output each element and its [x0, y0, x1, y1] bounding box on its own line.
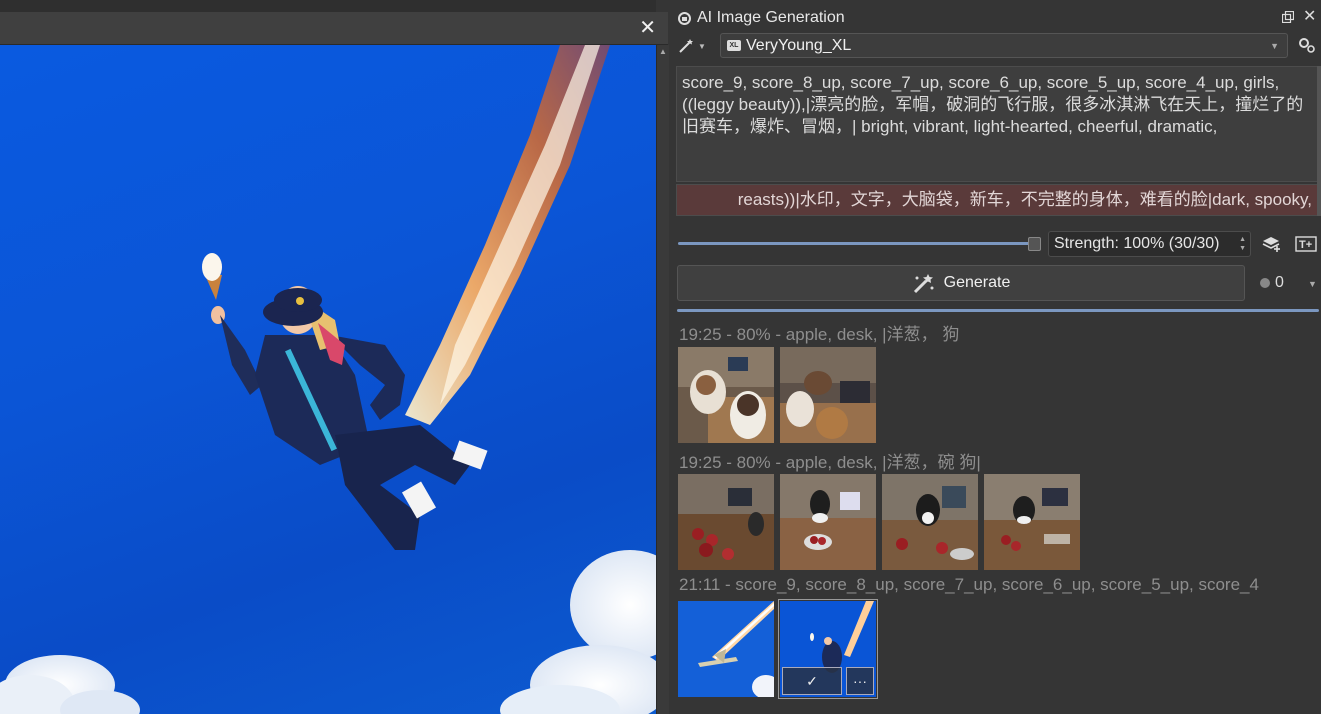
queue-indicator[interactable]: 0 — [1260, 274, 1284, 292]
chevron-down-icon[interactable]: ▼ — [1308, 279, 1317, 289]
history-label[interactable]: 21:11 - score_9, score_8_up, score_7_up,… — [679, 575, 1259, 595]
history-thumbnail[interactable] — [780, 347, 876, 443]
text-icon[interactable]: T+ — [1295, 236, 1317, 252]
negative-prompt-text: reasts))|水印，文字，大脑袋，新车，不完整的身体，难看的脸|dark, … — [737, 190, 1312, 209]
chevron-down-icon: ▼ — [698, 41, 706, 51]
prompt-scrollbar[interactable] — [1317, 66, 1321, 216]
history-label[interactable]: 19:25 - 80% - apple, desk, |洋葱，碗 狗| — [679, 448, 981, 473]
generate-label: Generate — [943, 274, 1011, 291]
canvas-image[interactable] — [0, 45, 656, 714]
chevron-down-icon: ▼ — [1270, 41, 1279, 51]
apply-button[interactable]: ✓ — [782, 667, 842, 695]
generated-image — [0, 45, 656, 714]
dock-title-text: AI Image Generation — [697, 9, 845, 26]
layers-icon[interactable] — [1262, 236, 1282, 252]
history-thumbnail[interactable] — [678, 474, 774, 570]
more-button[interactable]: ··· — [846, 667, 874, 695]
history-thumbs — [678, 474, 1080, 570]
more-icon: ··· — [853, 673, 867, 689]
history-thumbnail[interactable] — [882, 474, 978, 570]
float-icon[interactable] — [1282, 11, 1294, 23]
generate-button[interactable]: Generate — [677, 265, 1245, 301]
svg-text:T+: T+ — [1299, 239, 1312, 251]
model-badge: XL — [727, 40, 741, 51]
ai-generation-dock: AI Image Generation ✕ ▼ XL VeryYoung_XL … — [670, 0, 1321, 714]
checkmark-icon: ✓ — [806, 672, 818, 689]
strength-spinbox[interactable]: Strength: 100% (30/30) ▲ ▼ — [1048, 231, 1251, 257]
history-label[interactable]: 19:25 - 80% - apple, desk, |洋葱， 狗 — [679, 320, 959, 345]
history-thumbnail[interactable] — [984, 474, 1080, 570]
canvas-area: ✕ ▲ — [0, 0, 669, 714]
scroll-up-icon[interactable]: ▲ — [659, 47, 667, 56]
canvas-tab-bar: ✕ — [0, 12, 668, 45]
prompt-input[interactable]: score_9, score_8_up, score_7_up, score_6… — [676, 66, 1319, 182]
dock-title: AI Image Generation — [678, 9, 845, 27]
magic-wand-icon — [679, 39, 693, 53]
history-thumbnail[interactable] — [678, 347, 774, 443]
history-thumbs: ✓ ··· — [678, 599, 878, 699]
queue-count: 0 — [1275, 274, 1284, 291]
close-icon[interactable]: ✕ — [1303, 9, 1316, 25]
history-thumbnail-selected[interactable]: ✓ ··· — [778, 599, 878, 699]
history-thumbnail[interactable] — [780, 474, 876, 570]
negative-prompt-input[interactable]: reasts))|水印，文字，大脑袋，新车，不完整的身体，难看的脸|dark, … — [676, 184, 1319, 216]
model-select[interactable]: XL VeryYoung_XL ▼ — [720, 33, 1288, 58]
model-name: VeryYoung_XL — [746, 37, 852, 54]
slider-track — [678, 242, 1034, 245]
slider-handle[interactable] — [1028, 237, 1041, 251]
prompt-text: score_9, score_8_up, score_7_up, score_6… — [682, 73, 1304, 136]
lock-icon — [678, 11, 691, 25]
progress-bar — [677, 309, 1319, 312]
queue-status-icon — [1260, 278, 1270, 288]
spin-arrows-icon[interactable]: ▲ ▼ — [1239, 235, 1246, 253]
history-thumbnail[interactable] — [678, 601, 774, 697]
close-icon[interactable]: ✕ — [639, 18, 656, 38]
strength-value: Strength: 100% (30/30) — [1054, 235, 1220, 252]
style-menu-button[interactable]: ▼ — [678, 36, 714, 56]
strength-slider[interactable] — [678, 234, 1041, 254]
settings-icon[interactable] — [1298, 37, 1316, 53]
canvas-scrollbar[interactable]: ▲ — [656, 45, 669, 714]
generate-icon — [913, 274, 934, 294]
history-thumbs — [678, 347, 876, 443]
